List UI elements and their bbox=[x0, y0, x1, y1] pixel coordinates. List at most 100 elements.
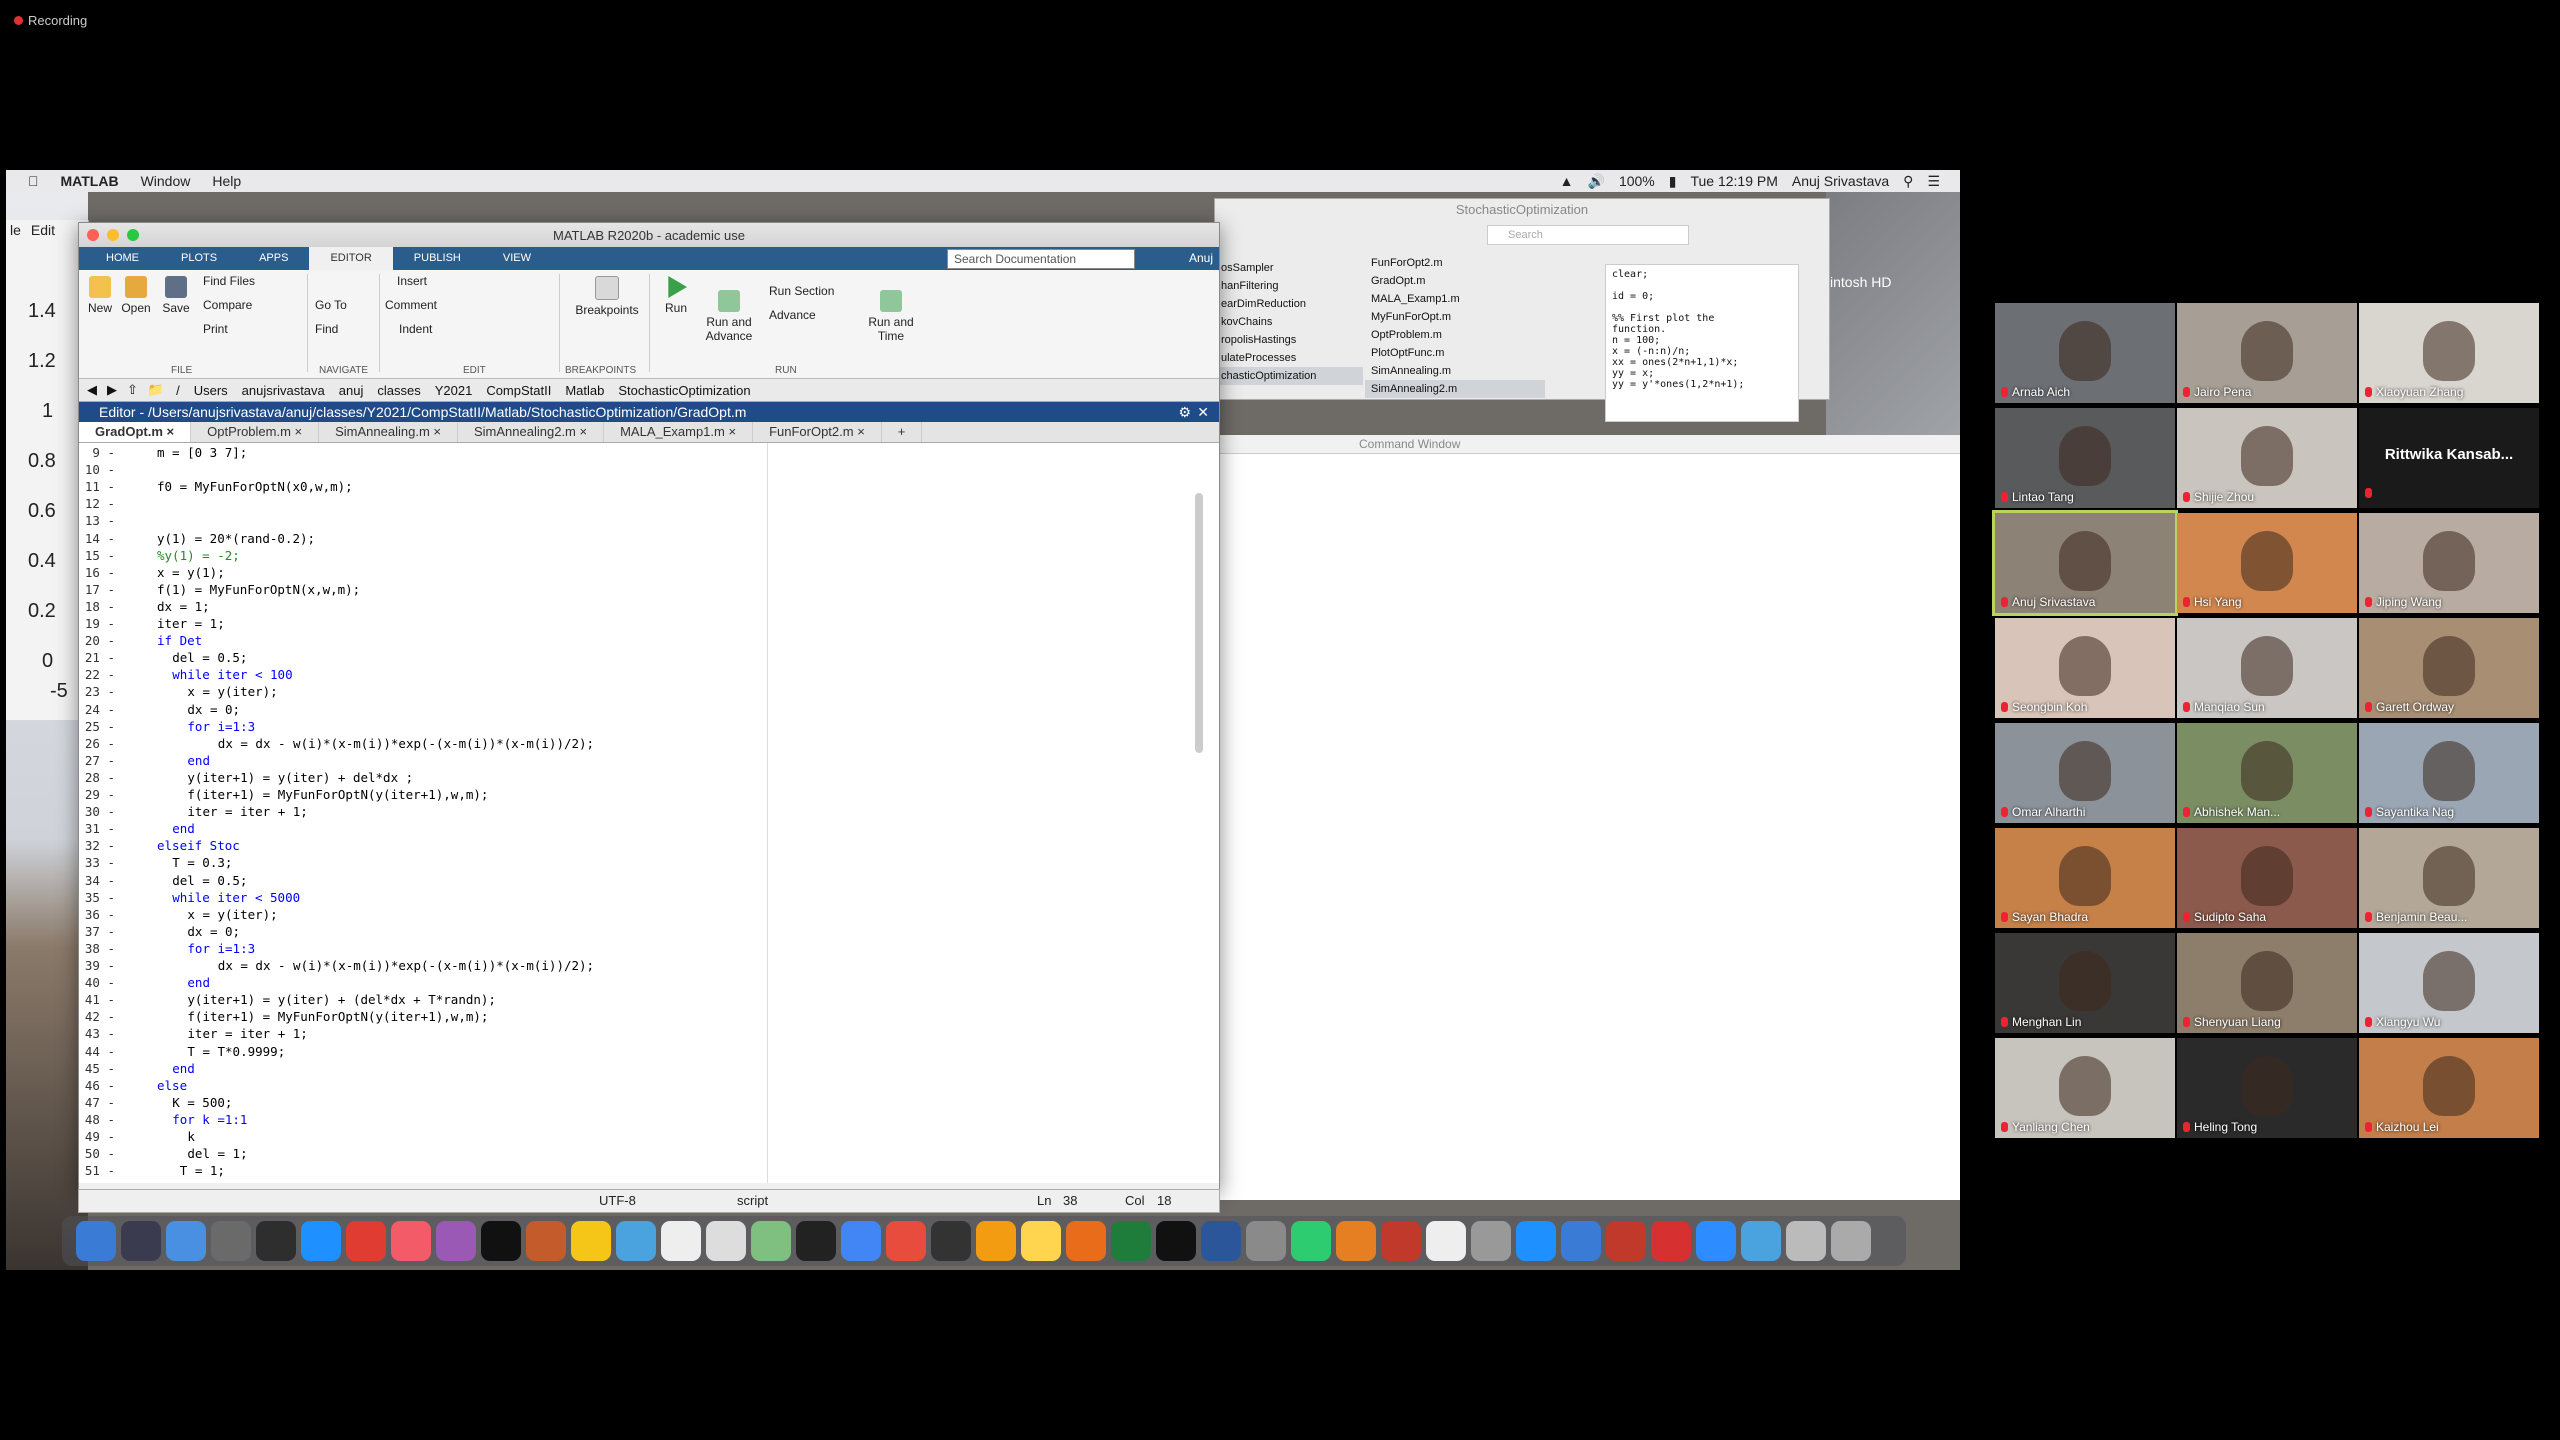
code-line[interactable]: del = 0.5; bbox=[172, 873, 247, 888]
dock-app-icon[interactable] bbox=[211, 1221, 251, 1261]
editor-tab[interactable]: FunForOpt2.m × bbox=[753, 422, 882, 442]
breadcrumb-item[interactable]: Y2021 bbox=[435, 383, 473, 398]
account-menu[interactable]: Anuj bbox=[1189, 247, 1213, 270]
participant-tile[interactable]: Jairo Pena bbox=[2177, 303, 2357, 403]
finder-file-item[interactable]: MyFunForOpt.m bbox=[1365, 308, 1545, 326]
code-line[interactable]: x = y(iter); bbox=[187, 907, 277, 922]
code-line[interactable]: x = y(1); bbox=[157, 565, 225, 580]
participant-tile[interactable]: Yanliang Chen bbox=[1995, 1038, 2175, 1138]
dock-app-icon[interactable] bbox=[751, 1221, 791, 1261]
code-line[interactable]: del = 0.5; bbox=[172, 650, 247, 665]
run-and-time-button[interactable]: Run and Time bbox=[863, 276, 919, 343]
close-window-icon[interactable] bbox=[87, 229, 99, 241]
dock-app-icon[interactable] bbox=[1201, 1221, 1241, 1261]
advance-button[interactable]: Advance bbox=[769, 308, 816, 322]
dock-app-icon[interactable] bbox=[1336, 1221, 1376, 1261]
spotlight-search-icon[interactable]: ⚲ bbox=[1903, 173, 1913, 190]
code-line[interactable]: y(iter+1) = y(iter) + del*dx ; bbox=[187, 770, 413, 785]
code-line[interactable]: end bbox=[187, 753, 210, 768]
dock-app-icon[interactable] bbox=[1381, 1221, 1421, 1261]
matlab-window[interactable]: MATLAB R2020b - academic use HOME PLOTS … bbox=[78, 222, 1220, 1191]
code-line[interactable]: dx = 0; bbox=[187, 924, 240, 939]
code-line[interactable]: del = 1; bbox=[187, 1146, 247, 1161]
print-button[interactable]: Print bbox=[203, 322, 228, 336]
participant-tile[interactable]: Jiping Wang bbox=[2359, 513, 2539, 613]
indent-button[interactable]: Indent bbox=[399, 322, 432, 336]
participant-tile[interactable]: Seongbin Koh bbox=[1995, 618, 2175, 718]
dock-app-icon[interactable] bbox=[1561, 1221, 1601, 1261]
code-line[interactable]: end bbox=[172, 1061, 195, 1076]
disk-label[interactable]: intosh HD bbox=[1830, 274, 1891, 290]
breadcrumb-item[interactable]: anuj bbox=[339, 383, 364, 398]
participant-tile[interactable]: Arnab Aich bbox=[1995, 303, 2175, 403]
menu-help[interactable]: Help bbox=[212, 173, 241, 189]
dock-app-icon[interactable] bbox=[1696, 1221, 1736, 1261]
breadcrumb-item[interactable]: StochasticOptimization bbox=[618, 383, 750, 398]
open-button[interactable]: Open bbox=[119, 276, 153, 315]
compare-button[interactable]: Compare bbox=[203, 298, 252, 312]
code-line[interactable]: iter = 1; bbox=[157, 616, 225, 631]
finder-file-item[interactable]: GradOpt.m bbox=[1365, 272, 1545, 290]
dock-app-icon[interactable] bbox=[1066, 1221, 1106, 1261]
forward-icon[interactable]: ▶ bbox=[107, 382, 117, 398]
code-line[interactable]: y(1) = 20*(rand-0.2); bbox=[157, 531, 315, 546]
code-line[interactable]: iter = iter + 1; bbox=[187, 804, 307, 819]
code-line[interactable]: end bbox=[187, 975, 210, 990]
control-center-icon[interactable]: ☰ bbox=[1927, 173, 1940, 190]
dock-app-icon[interactable] bbox=[256, 1221, 296, 1261]
dock-app-icon[interactable] bbox=[661, 1221, 701, 1261]
code-line[interactable]: end bbox=[172, 821, 195, 836]
menubar-clock[interactable]: Tue 12:19 PM bbox=[1690, 173, 1777, 189]
participant-tile[interactable]: Hsi Yang bbox=[2177, 513, 2357, 613]
finder-folder-item[interactable]: chasticOptimization bbox=[1215, 367, 1363, 385]
dock-app-icon[interactable] bbox=[121, 1221, 161, 1261]
breadcrumb-item[interactable]: CompStatII bbox=[486, 383, 551, 398]
tab-publish[interactable]: PUBLISH bbox=[393, 247, 482, 270]
participant-tile[interactable]: Kaizhou Lei bbox=[2359, 1038, 2539, 1138]
code-line[interactable]: f0 = MyFunForOptN(x0,w,m); bbox=[157, 479, 353, 494]
dock-app-icon[interactable] bbox=[1741, 1221, 1781, 1261]
code-line[interactable]: k bbox=[187, 1129, 195, 1144]
run-button[interactable]: Run bbox=[659, 276, 693, 315]
dock-app-icon[interactable] bbox=[1156, 1221, 1196, 1261]
menu-window[interactable]: Window bbox=[141, 173, 191, 189]
dock-app-icon[interactable] bbox=[796, 1221, 836, 1261]
finder-folder-item[interactable]: ulateProcesses bbox=[1215, 349, 1363, 367]
dock-app-icon[interactable] bbox=[76, 1221, 116, 1261]
dock-app-icon[interactable] bbox=[706, 1221, 746, 1261]
new-button[interactable]: New bbox=[85, 276, 115, 315]
code-line[interactable]: else bbox=[157, 1078, 187, 1093]
breadcrumb-item[interactable]: Matlab bbox=[565, 383, 604, 398]
dock-app-icon[interactable] bbox=[1426, 1221, 1466, 1261]
browse-folder-icon[interactable]: 📁 bbox=[148, 382, 164, 398]
breakpoints-button[interactable]: Breakpoints bbox=[569, 276, 645, 317]
finder-search-input[interactable]: Search bbox=[1487, 225, 1689, 245]
dock-app-icon[interactable] bbox=[481, 1221, 521, 1261]
dock-app-icon[interactable] bbox=[166, 1221, 206, 1261]
code-editor[interactable]: 9 - 10 -11 -12 -13 -14 -15 -16 -17 -18 - 1… bbox=[79, 443, 1219, 1183]
dock-app-icon[interactable] bbox=[931, 1221, 971, 1261]
code-line[interactable]: y(iter+1) = y(iter) + (del*dx + T*randn)… bbox=[187, 992, 496, 1007]
run-and-advance-button[interactable]: Run and Advance bbox=[701, 276, 757, 343]
editor-tab[interactable]: GradOpt.m × bbox=[79, 422, 192, 442]
code-line[interactable]: while iter < 100 bbox=[172, 667, 292, 682]
breadcrumb-item[interactable]: / bbox=[176, 383, 180, 398]
participant-tile[interactable]: Anuj Srivastava bbox=[1992, 510, 2178, 616]
dock-app-icon[interactable] bbox=[1111, 1221, 1151, 1261]
dock-app-icon[interactable] bbox=[1516, 1221, 1556, 1261]
participant-tile[interactable]: Sayan Bhadra bbox=[1995, 828, 2175, 928]
code-line[interactable]: iter = iter + 1; bbox=[187, 1026, 307, 1041]
finder-file-item[interactable]: FunForOpt2.m bbox=[1365, 254, 1545, 272]
figure-window[interactable]: le Edit 1.4 1.2 1 0.8 0.6 0.4 0.2 0 -5 bbox=[6, 220, 89, 720]
participant-tile[interactable]: Omar Alharthi bbox=[1995, 723, 2175, 823]
code-line[interactable]: dx = dx - w(i)*(x-m(i))*exp(-(x-m(i))*(x… bbox=[218, 958, 594, 973]
finder-file-item[interactable]: MALA_Examp1.m bbox=[1365, 290, 1545, 308]
dock-app-icon[interactable] bbox=[616, 1221, 656, 1261]
code-line[interactable]: K = 500; bbox=[172, 1095, 232, 1110]
code-line[interactable]: x = y(iter); bbox=[187, 684, 277, 699]
dock-app-icon[interactable] bbox=[1606, 1221, 1646, 1261]
dock-app-icon[interactable] bbox=[1021, 1221, 1061, 1261]
new-tab-button[interactable]: + bbox=[882, 422, 923, 442]
dock-app-icon[interactable] bbox=[1786, 1221, 1826, 1261]
participant-tile[interactable]: Abhishek Man... bbox=[2177, 723, 2357, 823]
